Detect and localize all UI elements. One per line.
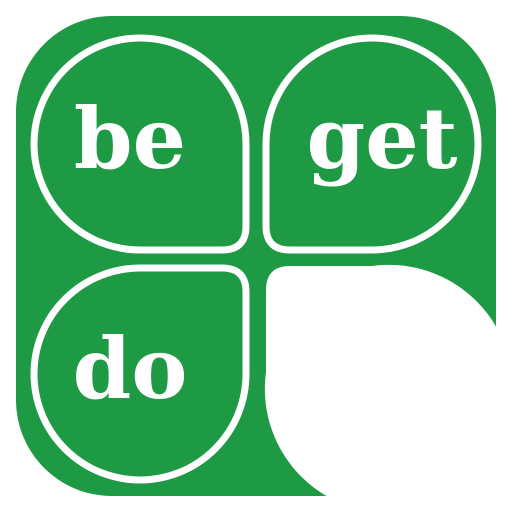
app-icon[interactable]: be get do <box>0 0 512 512</box>
tile-do-label: do <box>73 319 188 418</box>
tile-be-label: be <box>74 89 186 188</box>
tile-blank <box>264 264 512 512</box>
tile-get-label: get <box>307 89 458 188</box>
